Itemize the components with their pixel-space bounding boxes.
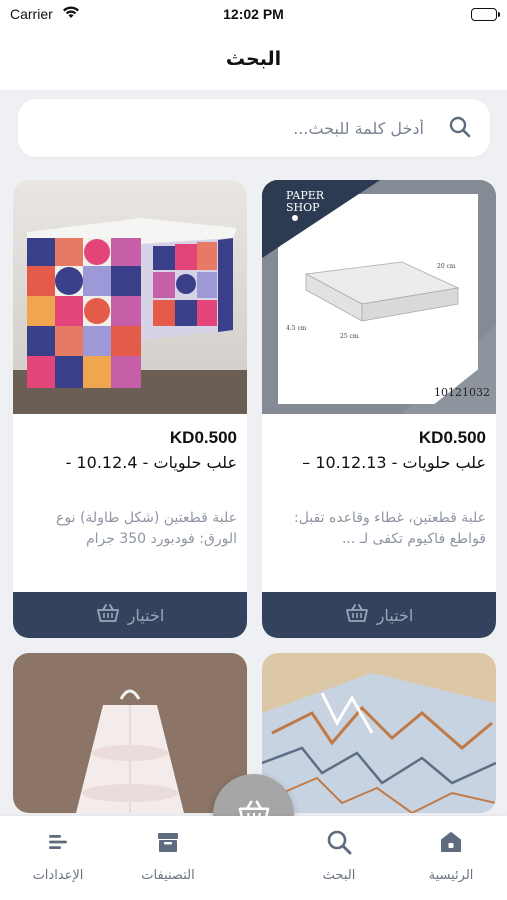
select-button-label: اختيار	[127, 605, 165, 625]
page-title: البحث	[225, 48, 282, 70]
search-icon	[325, 828, 353, 856]
tier-box-image	[13, 653, 247, 813]
tab-home[interactable]: الرئيسية	[401, 816, 501, 900]
categories-icon	[154, 828, 182, 856]
search-input[interactable]	[38, 114, 424, 142]
product-card[interactable]	[262, 653, 496, 813]
search-icon[interactable]	[448, 115, 472, 143]
tab-categories[interactable]: التصنيفات	[118, 816, 218, 900]
product-description: علبة قطعتين، غطاء وقاعده تقبل: قواطع فاك…	[293, 510, 486, 547]
tab-label: البحث	[322, 868, 356, 883]
basket-icon	[345, 603, 369, 627]
dimension-label: 20 cm	[437, 263, 456, 270]
product-description: علبة قطعتين (شكل طاولة) نوع الورق: فودبو…	[56, 510, 237, 547]
dimension-label: 4.5 cm	[286, 325, 307, 332]
product-card[interactable]: PAPER SHOP 20 cm 25 cm 4.5 cm 10121032 K…	[262, 180, 496, 638]
product-name: علب حلويات - 10.12.4 -	[65, 453, 237, 472]
product-price: KD0.500	[418, 428, 486, 447]
select-button-label: اختيار	[376, 605, 414, 625]
product-card[interactable]	[13, 653, 247, 813]
tab-label: الرئيسية	[428, 868, 474, 883]
svg-text:SHOP: SHOP	[286, 201, 320, 214]
dimension-label: 25 cm	[340, 333, 359, 340]
header: البحث	[0, 30, 507, 90]
select-button[interactable]: اختيار	[13, 592, 247, 638]
product-name: علب حلويات - 10.12.13 –	[302, 453, 486, 472]
clock: 12:02 PM	[223, 6, 284, 22]
settings-icon	[44, 828, 72, 856]
product-grid: PAPER SHOP 20 cm 25 cm 4.5 cm 10121032 K…	[0, 180, 507, 820]
product-image: PAPER SHOP 20 cm 25 cm 4.5 cm 10121032	[262, 180, 496, 414]
search-bar[interactable]	[18, 99, 490, 157]
tab-label: الإعدادات	[32, 868, 84, 883]
tab-label: التصنيفات	[141, 868, 195, 883]
product-code-label: 10121032	[434, 386, 490, 399]
tab-search[interactable]: البحث	[289, 816, 389, 900]
bottom-tab-bar: الرئيسية البحث التصنيفات الإعدادات	[0, 816, 507, 900]
basket-icon	[96, 603, 120, 627]
status-bar: Carrier 12:02 PM	[0, 0, 507, 30]
battery-icon	[471, 8, 500, 21]
select-button[interactable]: اختيار	[262, 592, 496, 638]
product-price: KD0.500	[169, 428, 237, 447]
home-icon	[437, 828, 465, 856]
product-image	[13, 180, 247, 414]
tab-settings[interactable]: الإعدادات	[8, 816, 108, 900]
product-card[interactable]: KD0.500 علب حلويات - 10.12.4 - علبة قطعت…	[13, 180, 247, 638]
marble-box-image	[262, 653, 496, 813]
